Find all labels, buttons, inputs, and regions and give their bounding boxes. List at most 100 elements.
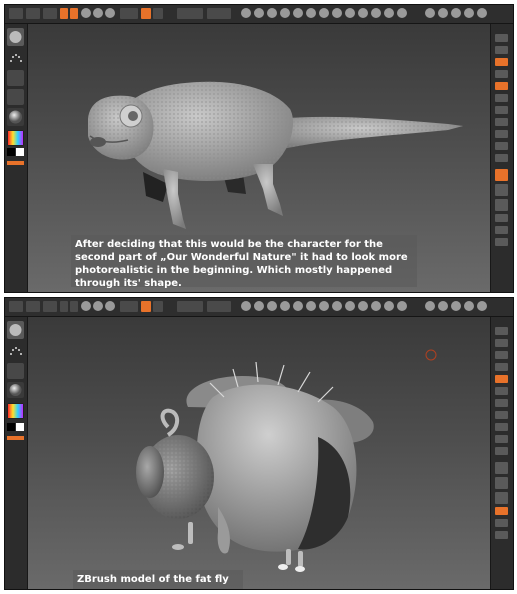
actual-icon[interactable] <box>495 375 508 383</box>
brush-icon[interactable] <box>254 301 264 311</box>
material-icon[interactable] <box>438 301 448 311</box>
brush-icon[interactable] <box>371 8 381 18</box>
brush-icon[interactable] <box>267 8 277 18</box>
material-icon[interactable] <box>438 8 448 18</box>
brush-icon[interactable] <box>397 301 407 311</box>
move-icon[interactable] <box>81 8 91 18</box>
spix-icon[interactable] <box>495 339 508 347</box>
canvas-viewport[interactable]: After deciding that this would be the ch… <box>28 24 490 292</box>
draw-mode-button[interactable] <box>70 301 78 312</box>
polyf-icon[interactable] <box>495 507 508 515</box>
brush-icon[interactable] <box>371 301 381 311</box>
brush-icon[interactable] <box>267 301 277 311</box>
persp-icon[interactable] <box>495 399 508 407</box>
brush-icon[interactable] <box>306 8 316 18</box>
brush-icon[interactable] <box>241 8 251 18</box>
zsub-button[interactable] <box>153 8 163 19</box>
brush-icon[interactable] <box>241 301 251 311</box>
polyf-icon[interactable] <box>495 214 508 222</box>
brush-selector[interactable] <box>7 28 24 46</box>
brush-icon[interactable] <box>306 301 316 311</box>
frame-icon[interactable] <box>495 447 508 455</box>
z-intensity-slider[interactable] <box>207 8 231 19</box>
brush-icon[interactable] <box>332 301 342 311</box>
aahalf-icon[interactable] <box>495 94 508 102</box>
bpr-icon[interactable] <box>495 327 508 335</box>
color-picker[interactable] <box>7 130 24 146</box>
move-view-icon[interactable] <box>495 462 508 474</box>
brush-icon[interactable] <box>358 301 368 311</box>
brush-icon[interactable] <box>293 8 303 18</box>
mrgb-toggle[interactable] <box>120 8 138 19</box>
alpha-selector[interactable] <box>7 70 24 86</box>
zsub-button[interactable] <box>153 301 163 312</box>
scale-icon[interactable] <box>93 8 103 18</box>
rotate-view-icon[interactable] <box>495 199 508 211</box>
floor-icon[interactable] <box>495 411 508 419</box>
primary-color-swatch[interactable] <box>7 423 15 431</box>
menu-button[interactable] <box>43 8 57 19</box>
draw-mode-button[interactable] <box>70 8 78 19</box>
brush-icon[interactable] <box>384 8 394 18</box>
local-icon[interactable] <box>495 130 508 138</box>
gyro-icon[interactable] <box>495 435 508 443</box>
solo-icon[interactable] <box>495 238 508 246</box>
material-icon[interactable] <box>451 301 461 311</box>
edit-mode-button[interactable] <box>60 8 68 19</box>
z-intensity-slider[interactable] <box>207 301 231 312</box>
bpr-icon[interactable] <box>495 34 508 42</box>
switch-color-button[interactable] <box>7 436 24 440</box>
material-selector[interactable] <box>7 382 24 398</box>
brush-icon[interactable] <box>319 301 329 311</box>
texture-selector[interactable] <box>7 89 24 105</box>
brush-icon[interactable] <box>319 8 329 18</box>
persp-icon[interactable] <box>495 106 508 114</box>
frame-icon[interactable] <box>495 154 508 162</box>
rotate-view-icon[interactable] <box>495 492 508 504</box>
material-icon[interactable] <box>464 301 474 311</box>
brush-icon[interactable] <box>254 8 264 18</box>
zoom-icon[interactable] <box>495 363 508 371</box>
alpha-selector[interactable] <box>7 363 24 379</box>
zoom-icon[interactable] <box>495 70 508 78</box>
brush-icon[interactable] <box>345 8 355 18</box>
secondary-color-swatch[interactable] <box>16 423 24 431</box>
transp-icon[interactable] <box>495 226 508 234</box>
menu-button[interactable] <box>9 8 23 19</box>
rotate-icon[interactable] <box>105 301 115 311</box>
zadd-button[interactable] <box>141 301 151 312</box>
secondary-color-swatch[interactable] <box>16 148 24 156</box>
menu-button[interactable] <box>43 301 57 312</box>
brush-icon[interactable] <box>293 301 303 311</box>
local-icon[interactable] <box>495 423 508 431</box>
primary-color-swatch[interactable] <box>7 148 15 156</box>
menu-button[interactable] <box>26 8 40 19</box>
scale-icon[interactable] <box>93 301 103 311</box>
focal-shift-slider[interactable] <box>177 8 203 19</box>
move-view-icon[interactable] <box>495 169 508 181</box>
material-selector[interactable] <box>7 108 24 126</box>
scroll-icon[interactable] <box>495 351 508 359</box>
material-icon[interactable] <box>477 301 487 311</box>
material-icon[interactable] <box>425 8 435 18</box>
edit-mode-button[interactable] <box>60 301 68 312</box>
actual-icon[interactable] <box>495 82 508 90</box>
brush-icon[interactable] <box>332 8 342 18</box>
brush-icon[interactable] <box>384 301 394 311</box>
brush-icon[interactable] <box>280 8 290 18</box>
gyro-icon[interactable] <box>495 142 508 150</box>
menu-button[interactable] <box>26 301 40 312</box>
material-icon[interactable] <box>451 8 461 18</box>
stroke-selector[interactable] <box>7 342 24 360</box>
mrgb-toggle[interactable] <box>120 301 138 312</box>
move-icon[interactable] <box>81 301 91 311</box>
spix-icon[interactable] <box>495 46 508 54</box>
zadd-button[interactable] <box>141 8 151 19</box>
transp-icon[interactable] <box>495 519 508 527</box>
material-icon[interactable] <box>477 8 487 18</box>
rotate-icon[interactable] <box>105 8 115 18</box>
brush-icon[interactable] <box>280 301 290 311</box>
color-picker[interactable] <box>7 403 24 419</box>
focal-shift-slider[interactable] <box>177 301 203 312</box>
brush-icon[interactable] <box>345 301 355 311</box>
